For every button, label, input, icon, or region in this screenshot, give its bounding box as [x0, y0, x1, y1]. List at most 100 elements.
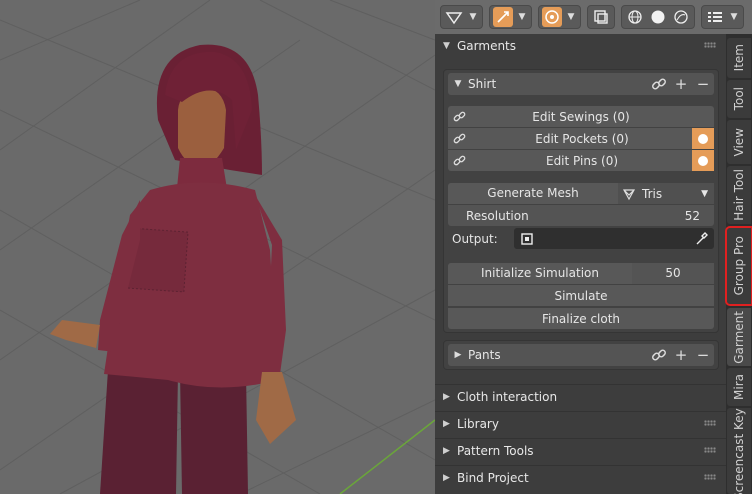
expand-triangle-icon: ▼ — [454, 79, 462, 89]
edit-sewings-button[interactable]: Edit Sewings (0) — [472, 110, 690, 124]
link-icon[interactable] — [648, 73, 670, 95]
snap-dropdown[interactable]: ▼ — [489, 5, 532, 29]
pants-header[interactable]: ▶ Pants + − — [448, 344, 714, 366]
character-model[interactable] — [50, 44, 296, 494]
mesh-type-value: Tris — [642, 186, 663, 201]
collapsed-triangle-icon: ▶ — [443, 472, 450, 483]
garments-panel-header[interactable]: ▼ Garments — [435, 34, 726, 58]
y-axis-line — [339, 419, 435, 494]
tab-label: Screencast Keys — [732, 408, 746, 494]
tab-screencast-keys[interactable]: Screencast Keys — [727, 408, 751, 494]
chevron-down-icon: ▼ — [567, 12, 575, 22]
tab-mira[interactable]: Mira — [727, 368, 751, 406]
pants-name: Pants — [468, 348, 501, 362]
pants-subpanel: ▶ Pants + − — [443, 340, 719, 370]
link-icon — [448, 154, 472, 168]
initialize-simulation-button[interactable]: Initialize Simulation — [448, 263, 632, 284]
output-label: Output: — [452, 231, 498, 246]
panel-title: Garments — [457, 39, 517, 53]
view-options-dropdown[interactable]: ▼ — [701, 5, 744, 29]
mesh-type-dropdown[interactable]: Tris ▼ — [618, 183, 714, 204]
drag-grip-icon[interactable] — [704, 42, 716, 48]
initialize-simulation-row: Initialize Simulation 50 — [448, 263, 714, 284]
3d-viewport[interactable] — [0, 0, 435, 494]
collapsed-triangle-icon: ▶ — [443, 391, 450, 402]
simulate-button[interactable]: Simulate — [448, 289, 714, 303]
bind-project-header[interactable]: ▶ Bind Project — [435, 465, 726, 489]
viewport-header-tools: ▼ ▼ ▼ ▼ — [440, 4, 744, 30]
output-object-field[interactable] — [514, 228, 714, 249]
overlay-button[interactable] — [587, 5, 615, 29]
link-icon[interactable] — [648, 344, 670, 366]
shading-wire-icon[interactable] — [625, 7, 645, 27]
tab-label: Item — [732, 44, 746, 72]
chevron-down-icon: ▼ — [701, 188, 708, 199]
resolution-field[interactable]: Resolution 52 — [448, 205, 714, 226]
resolution-label: Resolution — [466, 208, 529, 223]
link-icon — [448, 132, 472, 146]
tab-label: Group Pro — [732, 236, 746, 296]
tab-item[interactable]: Item — [727, 38, 751, 78]
tab-label: Tool — [732, 87, 746, 111]
snap-icon — [493, 7, 513, 27]
shirt-name: Shirt — [468, 77, 497, 91]
scene-canvas — [0, 0, 435, 494]
section-label: Pattern Tools — [457, 443, 534, 458]
shirt-subpanel: ▼ Shirt + − Edit Sewings (0) Edit Pocket… — [443, 69, 719, 333]
collapsed-triangle-icon: ▶ — [443, 418, 450, 429]
collapsed-triangle-icon: ▶ — [454, 350, 462, 360]
simulation-frames-field[interactable]: 50 — [632, 263, 714, 284]
section-label: Cloth interaction — [457, 389, 558, 404]
object-icon — [521, 232, 533, 245]
shading-solid-icon[interactable] — [648, 7, 668, 27]
finalize-cloth-button[interactable]: Finalize cloth — [448, 312, 714, 326]
tab-garment[interactable]: Garment — [727, 308, 751, 366]
drag-grip-icon[interactable] — [704, 420, 716, 426]
output-row: Output: — [448, 228, 714, 249]
chevron-down-icon: ▼ — [469, 12, 477, 22]
visibility-toggle-icon[interactable] — [692, 150, 714, 171]
remove-button[interactable]: − — [692, 344, 714, 366]
sidebar-tabs: Item Tool View Hair Tool Group Pro Garme… — [725, 34, 752, 494]
drag-grip-icon[interactable] — [704, 447, 716, 453]
edit-pockets-row[interactable]: Edit Pockets (0) — [448, 128, 714, 149]
transform-dropdown[interactable]: ▼ — [440, 5, 483, 29]
drag-grip-icon[interactable] — [704, 474, 716, 480]
edit-pins-button[interactable]: Edit Pins (0) — [472, 154, 692, 168]
finalize-cloth-row[interactable]: Finalize cloth — [448, 308, 714, 329]
shading-material-icon[interactable] — [671, 7, 691, 27]
add-button[interactable]: + — [670, 73, 692, 95]
tab-view[interactable]: View — [727, 120, 751, 164]
section-label: Library — [457, 416, 499, 431]
generate-mesh-row: Generate Mesh Tris ▼ — [448, 183, 714, 204]
library-header[interactable]: ▶ Library — [435, 411, 726, 435]
edit-sewings-row[interactable]: Edit Sewings (0) — [448, 106, 714, 127]
edit-pins-row[interactable]: Edit Pins (0) — [448, 150, 714, 171]
tab-label: Mira — [732, 374, 746, 400]
eyedropper-icon[interactable] — [694, 231, 708, 246]
shirt-header[interactable]: ▼ Shirt + − — [448, 73, 714, 95]
section-label: Bind Project — [457, 470, 529, 485]
add-button[interactable]: + — [670, 344, 692, 366]
pattern-tools-header[interactable]: ▶ Pattern Tools — [435, 438, 726, 462]
edit-pockets-button[interactable]: Edit Pockets (0) — [472, 132, 692, 146]
tab-label: Hair Tool — [732, 169, 746, 221]
cloth-interaction-header[interactable]: ▶ Cloth interaction — [435, 384, 726, 408]
transform-gizmo-icon — [444, 7, 464, 27]
link-icon — [448, 110, 472, 124]
tab-tool[interactable]: Tool — [727, 80, 751, 118]
resolution-value: 52 — [684, 208, 700, 223]
proportional-dropdown[interactable]: ▼ — [538, 5, 581, 29]
menu-list-icon — [705, 7, 725, 27]
generate-mesh-button[interactable]: Generate Mesh — [448, 183, 618, 204]
proportional-icon — [542, 7, 562, 27]
sidebar-panel: ▼ Garments ▼ Shirt + − Edit Sewings (0) … — [435, 34, 726, 494]
simulate-row[interactable]: Simulate — [448, 285, 714, 306]
tab-hair-tool[interactable]: Hair Tool — [727, 166, 751, 224]
remove-button[interactable]: − — [692, 73, 714, 95]
tab-group-pro[interactable]: Group Pro — [725, 226, 752, 306]
expand-triangle-icon: ▼ — [443, 41, 450, 51]
collapsed-triangle-icon: ▶ — [443, 445, 450, 456]
visibility-toggle-icon[interactable] — [692, 128, 714, 149]
shading-buttons[interactable] — [621, 5, 695, 29]
